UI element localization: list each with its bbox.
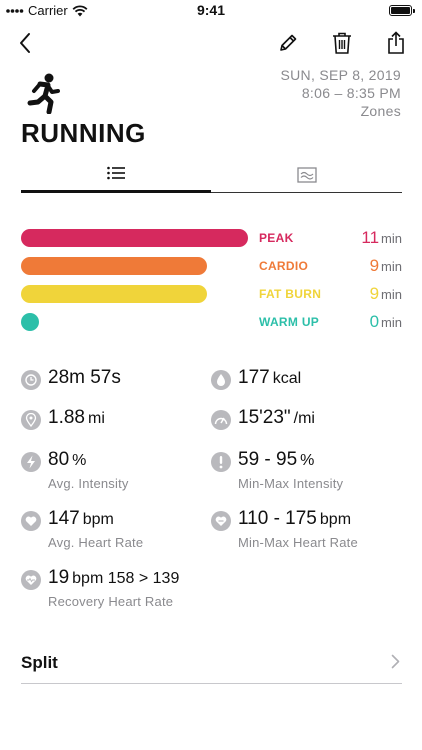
- split-row[interactable]: Split: [21, 641, 402, 684]
- zone-bar: [21, 229, 248, 247]
- zone-unit: min: [381, 287, 402, 302]
- trash-icon: [333, 32, 351, 54]
- zone-unit: min: [381, 231, 402, 246]
- activity-date: SUN, SEP 8, 2019: [280, 67, 401, 83]
- zone-minutes: 11: [361, 228, 380, 247]
- calories-value: 177: [238, 367, 270, 388]
- zone-value: 11 min: [361, 228, 402, 248]
- recovery-hr-unit: bpm 158 > 139: [72, 570, 180, 587]
- minmax-hr-unit: bpm: [319, 511, 352, 528]
- recovery-hr-label: Recovery Heart Rate: [48, 594, 174, 609]
- avg-intensity-value: 80: [48, 449, 70, 470]
- zone-value: 9 min: [370, 284, 402, 304]
- zone-label: PEAK: [259, 231, 294, 245]
- pencil-icon: [280, 34, 297, 51]
- share-button[interactable]: [383, 30, 409, 56]
- share-icon: [388, 31, 404, 54]
- flame-icon: [211, 370, 231, 390]
- zone-label: CARDIO: [259, 259, 309, 273]
- status-time: 9:41: [196, 2, 226, 18]
- zone-unit: min: [381, 315, 402, 330]
- back-button[interactable]: [12, 30, 38, 56]
- minmax-intensity-label: Min-Max Intensity: [238, 476, 344, 491]
- list-icon: [107, 166, 125, 180]
- zone-row-cardio: CARDIO 9 min: [21, 256, 402, 276]
- minmax-intensity-value: 59 - 95: [238, 449, 298, 470]
- heart-range-icon: [211, 511, 231, 531]
- avg-hr-unit: bpm: [82, 511, 114, 528]
- tab-bar: [21, 156, 402, 193]
- activity-date-block: SUN, SEP 8, 2019 8:06 – 8:35 PM Zones: [281, 66, 402, 120]
- minmax-hr-label: Min-Max Heart Rate: [238, 535, 358, 550]
- lightning-icon: [21, 452, 41, 472]
- split-label: Split: [21, 653, 58, 672]
- chevron-right-icon: [391, 654, 400, 669]
- recovery-hr-value: 19: [48, 567, 70, 588]
- zone-minutes: 9: [369, 284, 380, 303]
- view-label: Zones: [360, 103, 401, 119]
- zone-label: WARM UP: [259, 315, 320, 329]
- avg-hr-value: 147: [48, 508, 80, 529]
- zone-row-peak: PEAK 11 min: [21, 228, 402, 248]
- zone-unit: min: [381, 259, 402, 274]
- edit-button[interactable]: [275, 30, 301, 56]
- location-pin-icon: [21, 410, 41, 430]
- calories-unit: kcal: [272, 370, 302, 387]
- tab-list[interactable]: [21, 156, 211, 193]
- pace-value: 15'23": [238, 407, 291, 428]
- running-person-icon: [22, 72, 62, 115]
- battery-icon: [389, 5, 415, 16]
- chevron-left-icon: [20, 33, 30, 53]
- heart-pulse-icon: [21, 570, 41, 590]
- tab-chart[interactable]: [212, 156, 402, 193]
- avg-intensity-label: Avg. Intensity: [48, 476, 129, 491]
- chart-icon: [297, 166, 317, 183]
- zone-bar: [21, 285, 207, 303]
- zone-bar: [21, 257, 207, 275]
- clock-icon: [21, 370, 41, 390]
- status-bar: Carrier 9:41: [0, 0, 422, 22]
- duration-value: 28m 57s: [48, 367, 121, 388]
- zone-row-warm-up: WARM UP 0 min: [21, 312, 402, 332]
- zone-value: 9 min: [370, 256, 402, 276]
- heart-icon: [21, 511, 41, 531]
- activity-time-range: 8:06 – 8:35 PM: [301, 85, 401, 101]
- pace-unit: /mi: [293, 410, 315, 427]
- zone-minutes: 0: [369, 312, 380, 331]
- zone-label: FAT BURN: [259, 287, 322, 301]
- zone-bar: [21, 313, 39, 331]
- zone-minutes: 9: [369, 256, 380, 275]
- distance-value: 1.88: [48, 407, 85, 428]
- distance-unit: mi: [87, 410, 105, 427]
- avg-intensity-unit: %: [72, 452, 87, 469]
- zone-value: 0 min: [370, 312, 402, 332]
- zone-row-fat-burn: FAT BURN 9 min: [21, 284, 402, 304]
- minmax-intensity-unit: %: [300, 452, 315, 469]
- exclamation-icon: [211, 452, 231, 472]
- speedometer-icon: [211, 410, 231, 430]
- page-title: RUNNING: [21, 118, 146, 148]
- avg-hr-label: Avg. Heart Rate: [48, 535, 144, 550]
- delete-button[interactable]: [329, 30, 355, 56]
- minmax-hr-value: 110 - 175: [238, 508, 317, 529]
